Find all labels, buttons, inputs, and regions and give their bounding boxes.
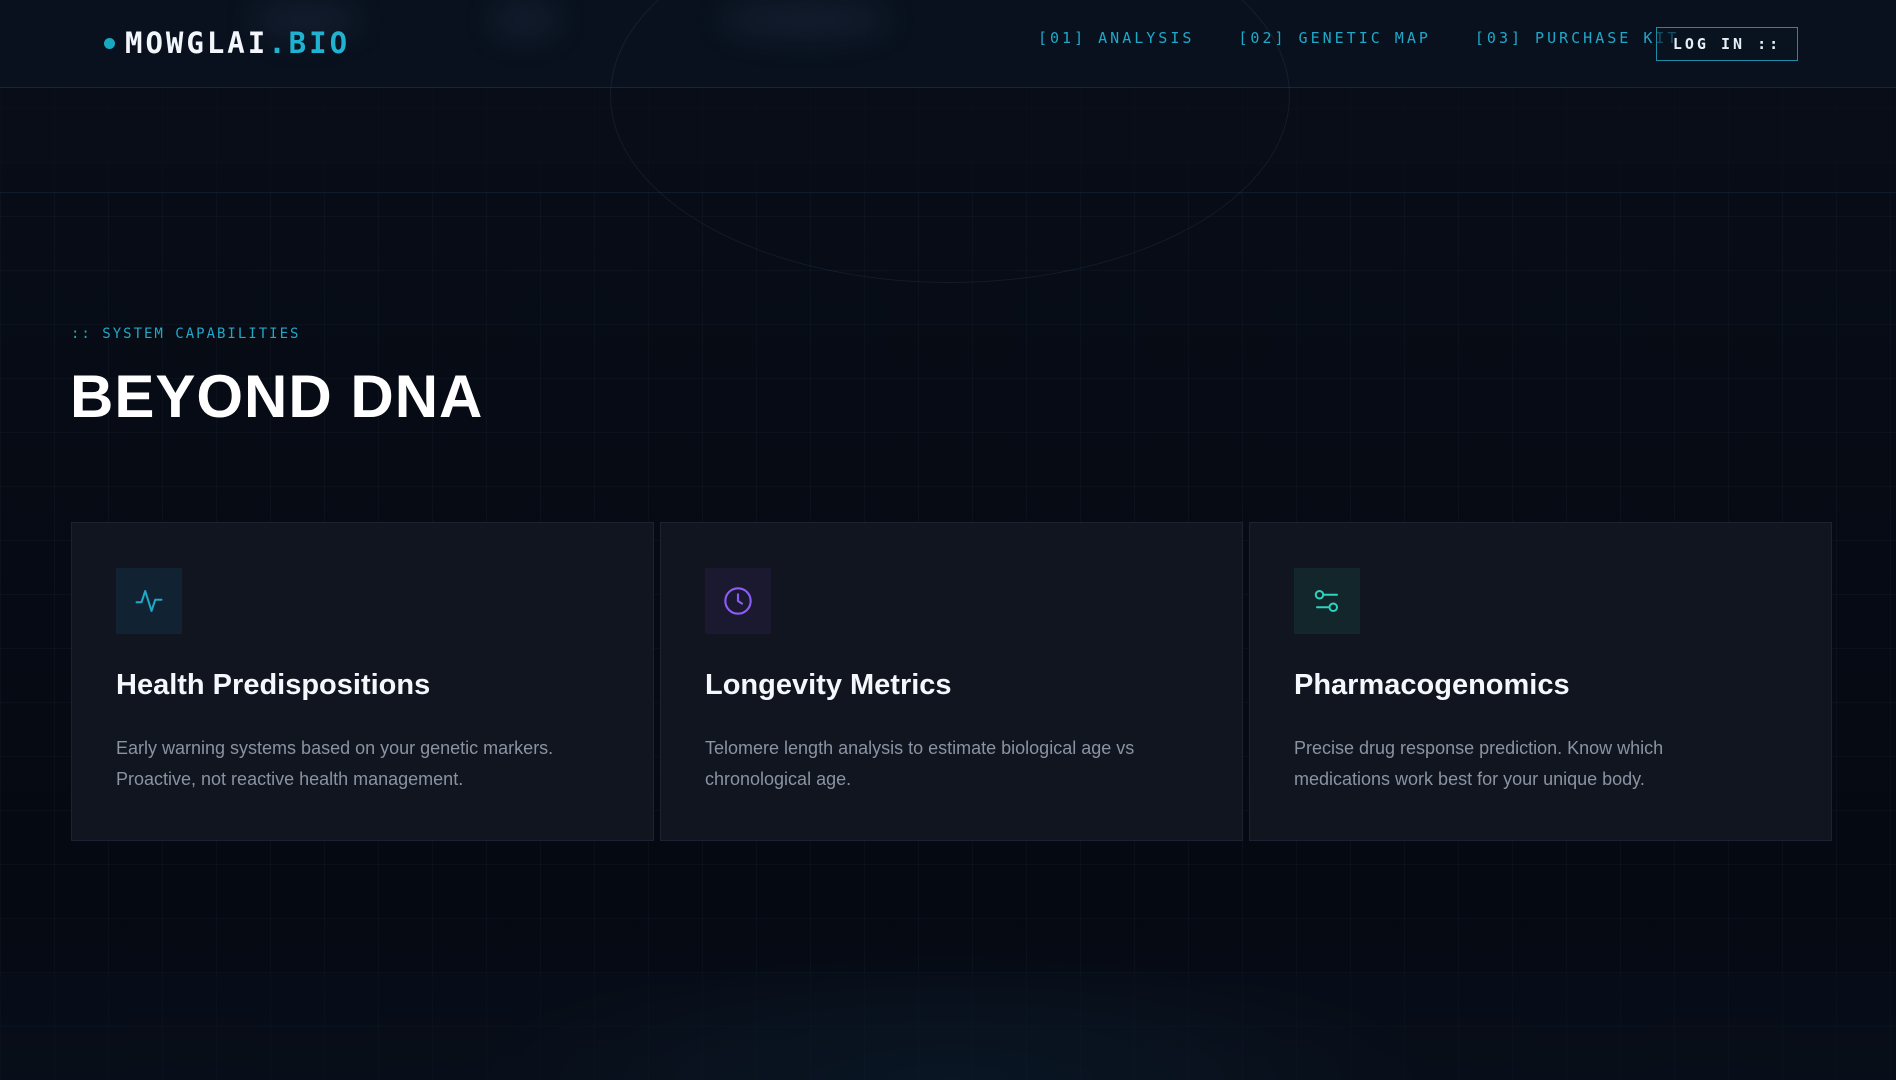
logo-text: MOWGLAI.BIO [125, 26, 350, 60]
card-title: Longevity Metrics [705, 669, 952, 701]
card-health-predispositions[interactable]: Health Predispositions Early warning sys… [71, 522, 654, 841]
sliders-icon [1294, 568, 1360, 634]
logo-suffix: .BIO [268, 26, 351, 60]
next-section-band [0, 972, 1896, 1080]
header-glow [490, 0, 560, 40]
card-description: Telomere length analysis to estimate bio… [705, 738, 1135, 789]
brand-logo[interactable]: MOWGLAI.BIO [104, 26, 350, 60]
clock-icon [705, 568, 771, 634]
decorative-arc [610, 0, 1290, 283]
section-eyebrow: :: SYSTEM CAPABILITIES [71, 326, 301, 342]
activity-pulse-icon [116, 568, 182, 634]
card-description: Precise drug response prediction. Know w… [1294, 738, 1664, 789]
capabilities-card-list: Health Predispositions Early warning sys… [71, 522, 1832, 841]
card-title: Pharmacogenomics [1294, 669, 1570, 701]
nav-link-purchase-kit[interactable]: [03] PURCHASE KIT [1475, 29, 1680, 47]
section-title: BEYOND DNA [70, 363, 484, 430]
card-pharmacogenomics[interactable]: Pharmacogenomics Precise drug response p… [1249, 522, 1832, 841]
logo-dot-icon [104, 37, 115, 49]
login-button[interactable]: LOG IN :: [1656, 27, 1798, 61]
header-subband [0, 0, 1896, 283]
page: MOWGLAI.BIO [01] ANALYSIS [02] GENETIC M… [0, 0, 1896, 1080]
card-description: Early warning systems based on your gene… [116, 738, 554, 789]
card-longevity-metrics[interactable]: Longevity Metrics Telomere length analys… [660, 522, 1243, 841]
logo-name: MOWGLAI [125, 26, 269, 60]
card-title: Health Predispositions [116, 669, 431, 701]
